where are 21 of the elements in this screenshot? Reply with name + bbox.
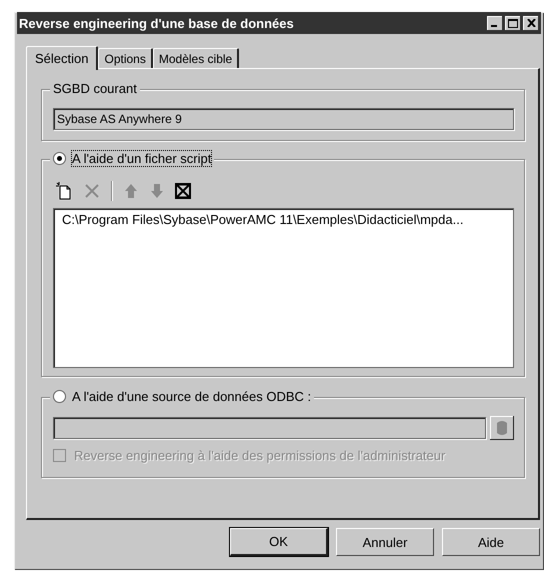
clear-list-icon[interactable]	[175, 183, 191, 199]
minimize-button[interactable]	[487, 16, 503, 30]
dbms-field: Sybase AS Anywhere 9	[53, 108, 514, 130]
close-button[interactable]	[523, 16, 539, 30]
close-icon	[526, 19, 536, 27]
window-title: Reverse engineering d'une base de données	[19, 16, 294, 30]
dialog-button[interactable]: Annuler	[336, 528, 434, 556]
file-path[interactable]: C:\Program Files\Sybase\PowerAMC 11\Exemples\Didacticiel\mpda...	[62, 212, 505, 227]
tab[interactable]: Modèles cible	[152, 48, 240, 68]
dialog-button[interactable]: OK	[230, 528, 328, 556]
tab[interactable]: Sélection	[26, 46, 98, 70]
maximize-button[interactable]	[505, 16, 521, 30]
file-list[interactable]: C:\Program Files\Sybase\PowerAMC 11\Exemples\Didacticiel\mpda...	[53, 208, 514, 368]
maximize-icon	[508, 18, 518, 28]
browse-button[interactable]	[490, 416, 514, 440]
dialog-button[interactable]: Aide	[442, 528, 540, 556]
database-icon	[497, 421, 507, 435]
tab[interactable]: Options	[98, 48, 153, 68]
radio-button[interactable]	[53, 152, 66, 165]
group-label: SGBD courant	[53, 81, 137, 96]
new-file-icon[interactable]	[55, 182, 73, 200]
